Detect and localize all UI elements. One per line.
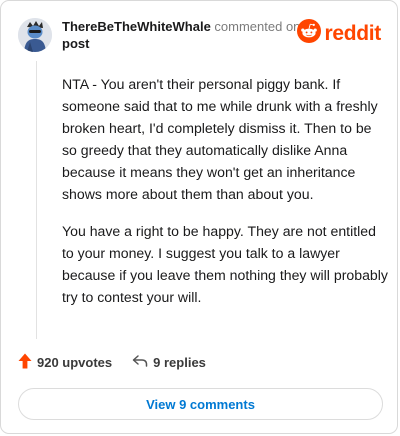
thread-line: [36, 61, 37, 339]
comment-actions: 920 upvotes 9 replies: [18, 353, 206, 372]
username-link[interactable]: ThereBeTheWhiteWhale: [62, 19, 211, 34]
view-comments-button[interactable]: View 9 comments: [18, 388, 383, 420]
reply-count: 9 replies: [153, 355, 206, 370]
comment-header: ThereBeTheWhiteWhale commented on post: [62, 18, 300, 52]
comment-paragraph: NTA - You aren't their personal piggy ba…: [62, 76, 378, 202]
reddit-brand[interactable]: reddit: [297, 19, 381, 48]
avatar[interactable]: [18, 18, 52, 52]
reddit-wordmark: reddit: [324, 21, 381, 45]
reply-button[interactable]: 9 replies: [132, 354, 206, 371]
comment-paragraph: You have a right to be happy. They are n…: [62, 223, 388, 305]
comment-card: ThereBeTheWhiteWhale commented on post r…: [0, 0, 398, 434]
reply-icon: [132, 354, 148, 371]
upvote-arrow-icon: [18, 353, 32, 372]
post-link[interactable]: post: [62, 36, 89, 51]
comment-body: NTA - You aren't their personal piggy ba…: [62, 73, 388, 323]
reddit-logo-icon: [297, 19, 322, 48]
action-text: commented on: [214, 19, 301, 34]
upvote-count: 920 upvotes: [37, 355, 113, 370]
upvote-button[interactable]: 920 upvotes: [18, 353, 112, 372]
